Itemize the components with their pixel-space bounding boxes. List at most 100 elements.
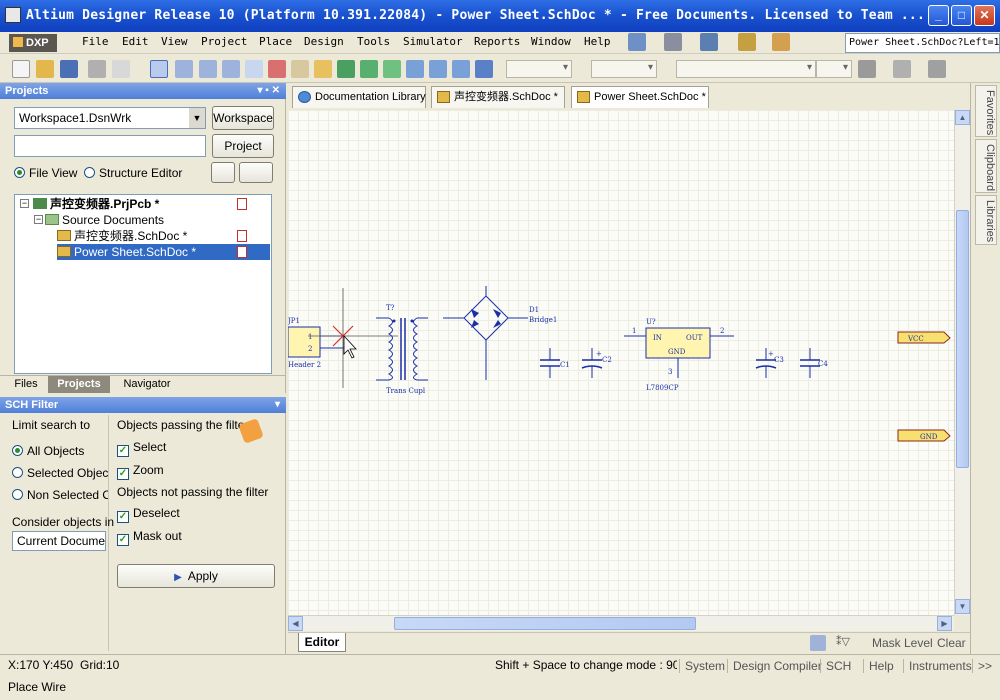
- menu-help[interactable]: Help: [584, 35, 611, 48]
- file-view-radio[interactable]: File View: [14, 166, 77, 180]
- chevron-down-icon[interactable]: ▼: [189, 108, 205, 128]
- panel-pin-close-icon[interactable]: ▾ ▪ ✕: [258, 83, 281, 99]
- print-icon[interactable]: [88, 60, 106, 78]
- menu-place[interactable]: Place: [259, 35, 292, 48]
- collapse-icon[interactable]: −: [20, 199, 29, 208]
- transformer-t[interactable]: T? Trans Cupl: [376, 304, 428, 395]
- vcc-power-port-icon[interactable]: [291, 60, 309, 78]
- clear-link[interactable]: Clear: [937, 636, 966, 650]
- menu-tools[interactable]: Tools: [357, 35, 390, 48]
- regulator-u[interactable]: U? IN OUT GND 1 2 3 L7809CP: [624, 318, 734, 392]
- tab-projects[interactable]: Projects: [48, 376, 110, 393]
- system-link[interactable]: System: [679, 659, 725, 673]
- all-objects-radio[interactable]: All Objects: [12, 444, 84, 458]
- zoom-checkbox[interactable]: ✓ Zoom: [117, 463, 164, 480]
- tab-libraries[interactable]: Libraries: [975, 195, 997, 245]
- consider-combo[interactable]: Current Document: [12, 531, 106, 551]
- brush-icon[interactable]: [810, 635, 826, 651]
- harness-entry-icon[interactable]: [429, 60, 447, 78]
- filter-combo-1[interactable]: [506, 60, 572, 78]
- wire-icon[interactable]: [150, 60, 168, 78]
- ground-tool-icon[interactable]: [700, 33, 718, 51]
- workspace-button[interactable]: Workspace: [212, 106, 274, 130]
- filter-funnel-icon[interactable]: ⁑▽: [836, 635, 866, 651]
- panel-menu-icon[interactable]: ▾: [275, 397, 280, 413]
- distribute-icon[interactable]: [893, 60, 911, 78]
- sch-link[interactable]: SCH: [820, 659, 851, 673]
- harness-connector-icon[interactable]: [406, 60, 424, 78]
- structure-editor-radio[interactable]: Structure Editor: [84, 166, 182, 180]
- menu-view[interactable]: View: [161, 35, 188, 48]
- more-link[interactable]: >>: [972, 659, 992, 673]
- workspace-combo[interactable]: Workspace1.DsnWrk ▼: [14, 107, 206, 129]
- tree-project[interactable]: 声控变频器.PrjPcb *: [33, 196, 159, 212]
- bus-icon[interactable]: [175, 60, 193, 78]
- new-icon[interactable]: [12, 60, 30, 78]
- project-input[interactable]: [14, 135, 206, 157]
- part-icon[interactable]: [314, 60, 332, 78]
- scroll-left-icon[interactable]: ◀: [288, 616, 303, 631]
- document-options-icon[interactable]: [239, 162, 273, 183]
- no-erc-icon[interactable]: [475, 60, 493, 78]
- capacitor-c3[interactable]: + C3: [755, 348, 784, 378]
- menu-edit[interactable]: Edit: [122, 35, 149, 48]
- menu-reports[interactable]: Reports: [474, 35, 520, 48]
- help-link[interactable]: Help: [863, 659, 894, 673]
- gnd-port[interactable]: GND: [897, 429, 951, 442]
- menu-project[interactable]: Project: [201, 35, 247, 48]
- capacitor-c1[interactable]: C1: [540, 348, 570, 378]
- design-compiler-link[interactable]: Design Compiler: [727, 659, 822, 673]
- schematic-canvas[interactable]: JP1 1 2 Header 2 T? Trans Cupl D1 Bridge…: [288, 110, 954, 615]
- close-button[interactable]: ✕: [974, 5, 995, 26]
- selected-objects-radio[interactable]: Selected Objects: [12, 466, 108, 480]
- dxp-menu[interactable]: DXP: [9, 34, 57, 52]
- minimize-button[interactable]: _: [928, 5, 949, 26]
- sheet-symbol-icon[interactable]: [337, 60, 355, 78]
- tab-files[interactable]: Files: [6, 376, 46, 393]
- capacitor-c4[interactable]: C4: [800, 348, 828, 378]
- tab-voice-control-schdoc[interactable]: 声控变频器.SchDoc *: [431, 86, 565, 108]
- horizontal-scroll-thumb[interactable]: [394, 617, 696, 630]
- capacitor-c2[interactable]: + C2: [581, 348, 612, 378]
- menu-simulator[interactable]: Simulator: [403, 35, 463, 48]
- vcc-port[interactable]: VCC: [897, 331, 951, 344]
- tab-power-sheet-schdoc[interactable]: Power Sheet.SchDoc *: [571, 86, 709, 108]
- gnd-power-port-icon[interactable]: [268, 60, 286, 78]
- print-preview-icon[interactable]: [112, 60, 130, 78]
- layers-icon[interactable]: [211, 162, 235, 183]
- device-sheet-icon[interactable]: [383, 60, 401, 78]
- align-icon[interactable]: [858, 60, 876, 78]
- vertical-scrollbar[interactable]: ▲ ▼: [954, 110, 970, 615]
- filter-combo-3[interactable]: [676, 60, 816, 78]
- tab-favorites[interactable]: Favorites: [975, 85, 997, 137]
- collapse-icon[interactable]: −: [34, 215, 43, 224]
- port-icon[interactable]: [452, 60, 470, 78]
- horizontal-scrollbar[interactable]: ◀ ▶: [288, 615, 954, 631]
- sheet-entry-icon[interactable]: [360, 60, 378, 78]
- filter-combo-2[interactable]: [591, 60, 657, 78]
- document-path-box[interactable]: Power Sheet.SchDoc?Left=1: [845, 33, 1000, 53]
- tab-editor[interactable]: Editor: [298, 633, 346, 652]
- tree-folder[interactable]: Source Documents: [45, 212, 164, 228]
- arrange-icon[interactable]: [928, 60, 946, 78]
- menu-design[interactable]: Design: [304, 35, 344, 48]
- power-tool-icon[interactable]: [664, 33, 682, 51]
- scroll-right-icon[interactable]: ▶: [937, 616, 952, 631]
- deselect-checkbox[interactable]: ✓ Deselect: [117, 506, 180, 523]
- signal-harness-icon[interactable]: [222, 60, 240, 78]
- mask-level-link[interactable]: Mask Level: [872, 636, 933, 650]
- mask-out-checkbox[interactable]: ✓ Mask out: [117, 529, 182, 546]
- project-button[interactable]: Project: [212, 134, 274, 158]
- select-checkbox[interactable]: ✓ Select: [117, 440, 166, 457]
- bus-entry-icon[interactable]: [199, 60, 217, 78]
- menu-file[interactable]: File: [82, 35, 109, 48]
- tab-navigator[interactable]: Navigator: [112, 376, 182, 393]
- filter-combo-4[interactable]: [816, 60, 852, 78]
- tab-clipboard[interactable]: Clipboard: [975, 139, 997, 193]
- vertical-scroll-thumb[interactable]: [956, 210, 969, 468]
- apply-button[interactable]: ▶ Apply: [117, 564, 275, 588]
- part-tool-icon[interactable]: [738, 33, 756, 51]
- tab-documentation-library[interactable]: Documentation Library: [292, 86, 426, 108]
- maximize-button[interactable]: □: [951, 5, 972, 26]
- net-label-icon[interactable]: [245, 60, 263, 78]
